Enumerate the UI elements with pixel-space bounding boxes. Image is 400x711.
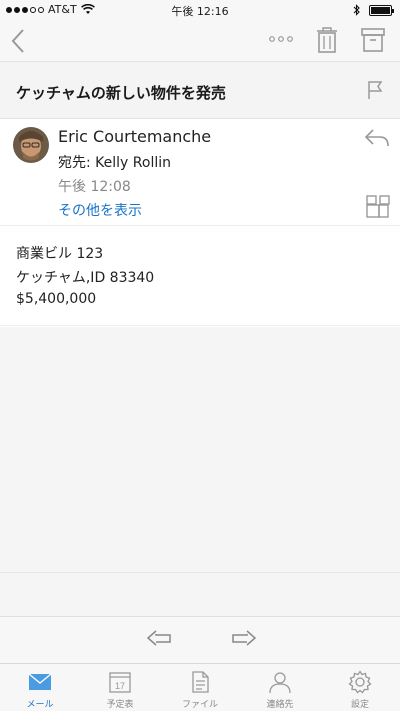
status-right [353,4,394,16]
status-time: 午後 12:16 [171,5,229,18]
empty-area [0,572,400,616]
mail-icon [28,673,52,690]
show-more-link[interactable]: その他を表示 [58,200,142,220]
body-line: $5,400,000 [16,291,97,307]
forward-icon[interactable] [231,629,257,651]
tab-label: メール [26,700,54,710]
tab-mail[interactable]: メール [0,664,80,711]
tab-label: 予定表 [106,700,134,710]
message-subject: ケッチャムの新しい物件を発売 [16,84,226,102]
recipient-line: 宛先: Kelly Rollin [58,155,171,171]
message-time: 午後 12:08 [58,179,131,195]
calendar-icon: 17 [109,672,131,693]
body-line: 商業ビル 123 [16,246,104,262]
reply-icon[interactable] [364,128,390,148]
subject-bar: ケッチャムの新しい物件を発売 [0,62,400,119]
avatar[interactable] [13,127,49,163]
body-line: ケッチャム,ID 83340 [16,270,155,286]
tab-label: 設定 [350,700,369,710]
status-bar: AT&T 午後 12:16 [0,0,400,20]
nav-bar [0,20,400,62]
contacts-icon [269,672,291,694]
calendar-day: 17 [115,681,125,691]
more-icon[interactable] [268,32,294,46]
archive-icon[interactable] [360,26,386,54]
tab-label: ファイル [181,700,218,710]
tab-files[interactable]: ファイル [160,664,240,711]
settings-icon [348,670,372,694]
battery-icon [369,4,394,16]
chevron-left-icon[interactable] [10,28,26,54]
tab-calendar[interactable]: 17 予定表 [80,664,160,711]
file-icon [192,671,209,693]
sender-name[interactable]: Eric Courtemanche [58,127,211,146]
empty-area [0,327,400,572]
add-ins-icon[interactable] [366,195,390,219]
message-body: 商業ビル 123 ケッチャム,ID 83340 $5,400,000 [0,226,400,326]
tab-label: 連絡先 [266,700,294,710]
reply-icon[interactable] [146,629,172,651]
tab-settings[interactable]: 設定 [320,664,400,711]
message-header: Eric Courtemanche 宛先: Kelly Rollin 午後 12… [0,119,400,226]
tab-bar: メール 17 予定表 ファイル 連絡先 設定 [0,663,400,711]
flag-icon[interactable] [366,80,384,100]
bluetooth-icon [353,4,360,16]
trash-icon[interactable] [315,26,339,54]
tab-contacts[interactable]: 連絡先 [240,664,320,711]
message-action-bar [0,616,400,663]
